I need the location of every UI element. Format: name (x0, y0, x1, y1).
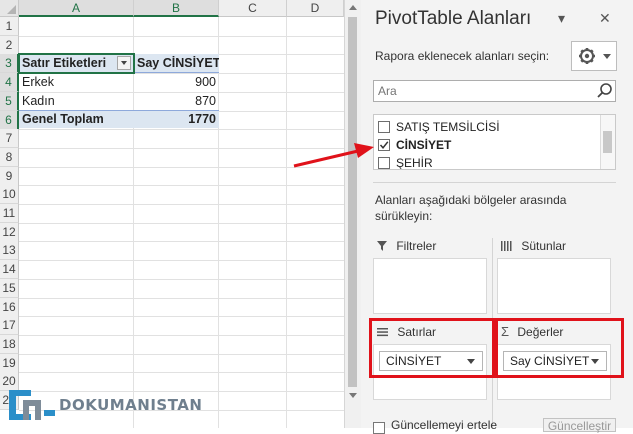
field-checkbox-checked[interactable] (378, 139, 390, 151)
pane-close-icon[interactable]: ✕ (599, 10, 611, 27)
scroll-up-icon[interactable] (349, 5, 357, 10)
column-header-d[interactable]: D (287, 0, 344, 17)
gridline (19, 260, 344, 261)
row-header[interactable]: 10 (0, 185, 19, 204)
pivot-row-label[interactable]: Kadın (19, 92, 134, 110)
row-header[interactable]: 18 (0, 335, 19, 354)
pivot-total-label[interactable]: Genel Toplam (19, 110, 134, 128)
active-cell-selection (18, 53, 135, 74)
drag-instruction: Alanları aşağıdaki bölgeler arasında sür… (375, 193, 567, 223)
values-area-highlight (495, 318, 624, 378)
filter-funnel-icon (377, 241, 387, 251)
columns-area-header: Sütunlar (501, 236, 566, 256)
row-header[interactable]: 19 (0, 354, 19, 373)
search-icon[interactable] (596, 82, 614, 100)
row-header[interactable]: 13 (0, 241, 19, 260)
rows-area-highlight (369, 318, 495, 378)
row-header[interactable]: 16 (0, 298, 19, 317)
gridline (19, 335, 344, 336)
defer-update-label: Güncellemeyi ertele (391, 418, 498, 432)
gridline (19, 316, 344, 317)
gridline (19, 129, 344, 130)
gridline (19, 298, 344, 299)
row-header[interactable]: 9 (0, 167, 19, 186)
gridline (19, 372, 344, 373)
row-header[interactable]: 3 (0, 54, 19, 73)
gridline (19, 354, 344, 355)
columns-drop-zone[interactable] (497, 258, 611, 314)
update-button[interactable]: Güncelleştir (543, 418, 616, 433)
pivot-row-label[interactable]: Erkek (19, 73, 134, 91)
pane-title: PivotTable Alanları (375, 8, 532, 29)
gridline (19, 167, 344, 168)
pane-divider (373, 182, 616, 183)
field-list[interactable]: SATIŞ TEMSİLCİSİ CİNSİYET ŞEHİR (373, 114, 616, 170)
gridline (19, 36, 344, 37)
checkmark-icon (379, 141, 389, 149)
row-header[interactable]: 6 (0, 111, 19, 130)
select-all-corner[interactable] (0, 0, 19, 17)
field-label: SATIŞ TEMSİLCİSİ (396, 120, 500, 134)
defer-update-checkbox[interactable] (373, 422, 385, 434)
sheet-vertical-scrollbar[interactable] (344, 0, 361, 428)
field-label: ŞEHİR (396, 156, 433, 170)
gridline (19, 279, 344, 280)
chevron-down-icon (603, 54, 611, 59)
pivot-value-header[interactable]: Say CİNSİYET (134, 54, 219, 72)
pivot-row-value[interactable]: 870 (134, 92, 219, 110)
row-header[interactable]: 1 (0, 17, 19, 36)
gridline (19, 204, 344, 205)
spreadsheet-grid[interactable]: A B C D 1 2 3 4 5 6 7 8 9 10 11 12 13 14 15 16 17 18 19 20 2… (0, 0, 344, 428)
row-header[interactable]: 4 (0, 73, 19, 92)
choose-fields-label: Rapora eklenecek alanları seçin: (375, 49, 550, 63)
pivot-row-value[interactable]: 900 (134, 73, 219, 91)
row-header[interactable]: 14 (0, 260, 19, 279)
field-label: CİNSİYET (396, 138, 452, 152)
pane-options-dropdown-icon[interactable]: ▾ (558, 10, 565, 27)
gridline (19, 223, 344, 224)
filters-drop-zone[interactable] (373, 258, 487, 314)
field-search-input[interactable] (373, 80, 616, 102)
dokumanistan-logo-icon (9, 390, 55, 420)
scrollbar-thumb[interactable] (603, 131, 612, 153)
watermark-text: DOKUMANISTAN (59, 396, 203, 414)
row-header[interactable]: 17 (0, 316, 19, 335)
gridline (19, 185, 344, 186)
field-list-scrollbar[interactable] (600, 115, 615, 169)
row-header[interactable]: 12 (0, 223, 19, 242)
scrollbar-thumb[interactable] (348, 17, 357, 387)
columns-area-label: Sütunlar (521, 239, 567, 253)
watermark-logo: DOKUMANISTAN (7, 388, 222, 422)
field-checkbox[interactable] (378, 121, 390, 133)
row-header[interactable]: 5 (0, 92, 19, 111)
row-header[interactable]: 15 (0, 279, 19, 298)
columns-icon (501, 241, 512, 251)
scroll-down-icon[interactable] (349, 393, 357, 398)
row-header[interactable]: 2 (0, 36, 19, 55)
row-header[interactable]: 8 (0, 148, 19, 167)
pivot-field-list-pane: PivotTable Alanları ▾ ✕ Rapora eklenecek… (361, 0, 633, 434)
field-checkbox[interactable] (378, 157, 390, 169)
filters-area-header: Filtreler (377, 236, 436, 256)
row-header[interactable]: 7 (0, 129, 19, 148)
gridline (19, 241, 344, 242)
row-header[interactable]: 11 (0, 204, 19, 223)
column-header-a[interactable]: A (19, 0, 134, 17)
gridline (19, 148, 344, 149)
filters-area-label: Filtreler (396, 239, 437, 253)
column-header-b[interactable]: B (134, 0, 219, 17)
pivot-total-value[interactable]: 1770 (134, 110, 219, 128)
field-list-settings-button[interactable] (571, 41, 617, 71)
column-header-c[interactable]: C (219, 0, 287, 17)
defer-update-option[interactable]: Güncellemeyi ertele (373, 418, 498, 434)
gear-icon (579, 48, 611, 64)
